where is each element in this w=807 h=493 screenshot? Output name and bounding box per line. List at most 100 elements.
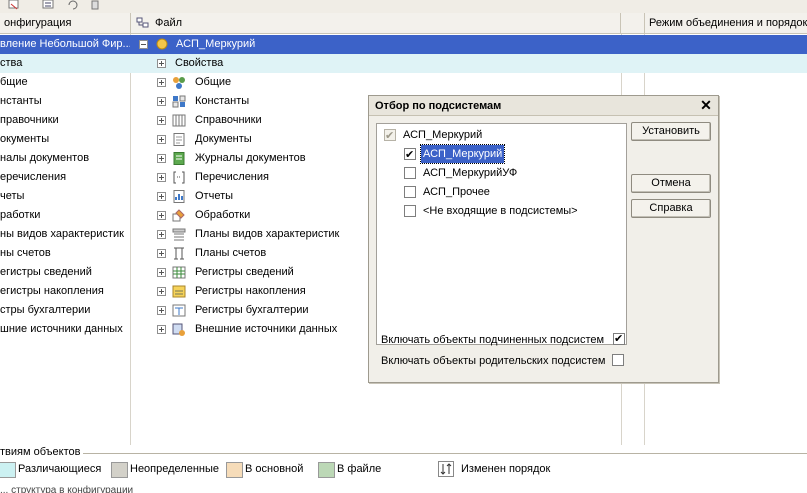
- help-button[interactable]: Справка: [631, 199, 711, 218]
- order-changed-icon: [438, 461, 454, 477]
- dialog-title: Отбор по подсистемам: [369, 96, 718, 116]
- subsystem-label: АСП_Меркурий: [419, 144, 506, 164]
- tree-row-left-label: налы документов: [0, 152, 90, 164]
- include-sub-checkbox[interactable]: [613, 331, 625, 347]
- expand-icon[interactable]: [157, 173, 166, 182]
- tree-row-label: Справочники: [195, 114, 262, 126]
- expand-icon[interactable]: [157, 230, 166, 239]
- legend-swatch-undefined: [111, 462, 128, 478]
- list-icon[interactable]: [42, 0, 54, 10]
- legend-frame: [0, 453, 807, 454]
- subsystem-checkbox[interactable]: [404, 167, 416, 179]
- legend-swatch-main: [226, 462, 243, 478]
- root-checkbox[interactable]: [384, 127, 396, 145]
- expand-icon[interactable]: [157, 135, 166, 144]
- tree-row-left-label: четы: [0, 190, 25, 202]
- tree-row-left-label: вление Небольшой Фир...: [0, 38, 130, 50]
- set-button[interactable]: Установить: [631, 122, 711, 141]
- catalogs-icon: [172, 114, 186, 127]
- subsystem-label: АСП_Прочее: [423, 186, 490, 198]
- legend-label: Изменен порядок: [461, 463, 551, 475]
- tree-row-left-label: окументы: [0, 133, 50, 145]
- tree-row-label: Перечисления: [195, 171, 269, 183]
- tree-row-label: Документы: [195, 133, 252, 145]
- subsystem-checkbox[interactable]: [404, 205, 416, 217]
- enums-icon: [173, 171, 185, 184]
- tree-row-left-label: ства: [0, 57, 23, 69]
- tree-row-label: Свойства: [175, 57, 224, 69]
- expand-icon[interactable]: [157, 249, 166, 258]
- expand-icon[interactable]: [157, 287, 166, 296]
- legend-label: В файле: [337, 463, 382, 475]
- common-icon: [173, 77, 185, 89]
- tree-row-left-label: ны видов характеристик: [0, 228, 124, 240]
- legend-label: Неопределенные: [130, 463, 220, 475]
- subsystem-filter-dialog: Отбор по подсистемам ✕ АСП_Меркурий АСП_…: [368, 95, 719, 383]
- collapse-icon[interactable]: [139, 40, 148, 49]
- tree-row-left-label: егистры накопления: [0, 285, 104, 297]
- cancel-button[interactable]: Отмена: [631, 174, 711, 193]
- expand-icon[interactable]: [157, 59, 166, 68]
- include-sub-label: Включать объекты подчиненных подсистем: [381, 334, 605, 346]
- accum-registers-icon: [172, 285, 186, 298]
- tree-row[interactable]: бщие Общие: [0, 73, 807, 92]
- tree-row-label: АСП_Меркурий: [176, 38, 256, 50]
- subsystem-label: АСП_МеркурийУФ: [423, 167, 518, 179]
- legend-title: твиям объектов: [0, 446, 84, 458]
- include-parent-label: Включать объекты родительских подсистем: [381, 355, 606, 367]
- status-text: ... структура в конфигурации: [0, 485, 134, 493]
- tree-row[interactable]: ства Свойства: [0, 54, 807, 73]
- include-sub-option[interactable]: Включать объекты подчиненных подсистем: [381, 331, 625, 348]
- refresh-icon[interactable]: [67, 0, 79, 10]
- subsystem-checkbox[interactable]: [404, 146, 416, 164]
- tree-row-left-label: шние источники данных: [0, 323, 123, 335]
- column-header-spacer: [621, 13, 645, 34]
- expand-icon[interactable]: [157, 211, 166, 220]
- tree-row-left-label: егистры сведений: [0, 266, 92, 278]
- expand-icon[interactable]: [157, 97, 166, 106]
- tree-row-left-label: еречисления: [0, 171, 67, 183]
- tree-row-label: Регистры сведений: [195, 266, 294, 278]
- tree-row-label: Константы: [195, 95, 250, 107]
- tree-row-label: Внешние источники данных: [195, 323, 338, 335]
- configuration-icon: [156, 38, 168, 50]
- legend-label: В основной: [245, 463, 304, 475]
- legend-swatch-different: [0, 462, 16, 478]
- info-registers-icon: [172, 266, 186, 279]
- delete-icon[interactable]: [89, 0, 101, 10]
- expand-icon[interactable]: [157, 306, 166, 315]
- expand-icon[interactable]: [157, 116, 166, 125]
- tree-row-left-label: работки: [0, 209, 41, 221]
- legend-swatch-file: [318, 462, 335, 478]
- expand-icon[interactable]: [157, 192, 166, 201]
- expand-icon[interactable]: [157, 154, 166, 163]
- include-parent-option[interactable]: Включать объекты родительских подсистем: [381, 353, 624, 369]
- tree-row-label: Планы видов характеристик: [195, 228, 340, 240]
- acc-registers-icon: [172, 304, 186, 317]
- constants-icon: [172, 95, 186, 108]
- subsystem-list: АСП_Меркурий АСП_Меркурий АСП_МеркурийУФ…: [376, 123, 627, 345]
- legend-label: Различающиеся: [18, 463, 102, 475]
- expand-icon[interactable]: [157, 268, 166, 277]
- column-header-mode[interactable]: Режим объединения и порядок: [645, 13, 807, 34]
- tree-row-selected[interactable]: вление Небольшой Фир... АСП_Меркурий: [0, 35, 807, 54]
- tree-row-label: Обработки: [195, 209, 251, 221]
- subsystem-checkbox[interactable]: [404, 186, 416, 198]
- include-parent-checkbox[interactable]: [612, 354, 624, 366]
- subsystem-label: <Не входящие в подсистемы>: [423, 205, 578, 217]
- tree-row-left-label: нстанты: [0, 95, 42, 107]
- expand-icon[interactable]: [157, 78, 166, 87]
- tree-header-icon: [136, 17, 149, 28]
- toolbar: [0, 0, 807, 13]
- edit-icon[interactable]: [8, 0, 20, 10]
- tree-row-label: Общие: [195, 76, 232, 88]
- accounts-icon: [174, 247, 184, 260]
- column-header-config[interactable]: онфигурация: [0, 13, 131, 34]
- tree-row-label: Отчеты: [195, 190, 234, 202]
- tree-row-left-label: стры бухгалтерии: [0, 304, 91, 316]
- column-header-file[interactable]: Файл: [131, 13, 621, 34]
- close-icon[interactable]: ✕: [699, 98, 713, 112]
- expand-icon[interactable]: [157, 325, 166, 334]
- tree-row-label: Планы счетов: [195, 247, 267, 259]
- processing-icon: [172, 209, 185, 222]
